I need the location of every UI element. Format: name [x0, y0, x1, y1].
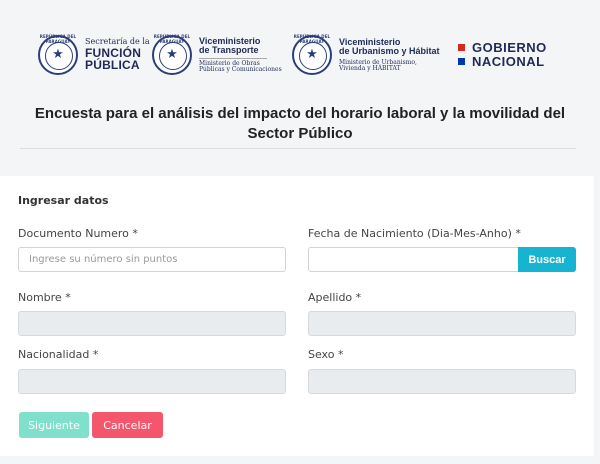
- nacimiento-input[interactable]: [308, 247, 520, 272]
- apellido-input[interactable]: [308, 311, 576, 336]
- paraguay-seal-icon: REPÚBLICA DEL PARAGUAY: [38, 34, 78, 75]
- sexo-input[interactable]: [308, 369, 576, 394]
- logo-text-line: de Transporte: [199, 45, 259, 56]
- nacimiento-label: Fecha de Nacimiento (Dia-Mes-Anho) *: [308, 227, 521, 240]
- flag-blue-square-icon: [458, 57, 465, 65]
- paraguay-seal-icon: REPÚBLICA DEL PARAGUAY: [152, 34, 192, 75]
- flag-red-square-icon: [458, 43, 465, 51]
- sexo-label: Sexo *: [308, 348, 344, 361]
- nacionalidad-label: Nacionalidad *: [18, 348, 99, 361]
- buscar-button[interactable]: Buscar: [518, 247, 576, 272]
- paraguay-seal-icon: REPÚBLICA DEL PARAGUAY: [292, 34, 332, 75]
- apellido-label: Apellido *: [308, 291, 362, 304]
- logo-text-line: Vivienda y HÁBITAT: [339, 64, 401, 72]
- nacional-text: NACIONAL: [472, 53, 545, 69]
- nombre-label: Nombre *: [18, 291, 71, 304]
- logo-gobierno-nacional: GOBIERNO NACIONAL: [458, 39, 547, 69]
- page-title: Encuesta para el análisis del impacto de…: [34, 105, 566, 142]
- gobierno-text: GOBIERNO: [472, 39, 547, 55]
- logo-viceministerio-urbanismo: REPÚBLICA DEL PARAGUAY Viceministerio de…: [292, 30, 440, 80]
- logo-text-line: Públicas y Comunicaciones: [199, 65, 282, 73]
- documento-label: Documento Numero *: [18, 227, 138, 240]
- logo-text-line: PÚBLICA: [85, 58, 140, 73]
- logo-bar: REPÚBLICA DEL PARAGUAY Secretaría de la …: [0, 30, 600, 80]
- documento-input[interactable]: [18, 247, 286, 272]
- divider: [20, 148, 576, 149]
- nacionalidad-input[interactable]: [18, 369, 286, 394]
- logo-text-line: de Urbanismo y Hábitat: [339, 46, 440, 57]
- section-title: Ingresar datos: [18, 194, 109, 207]
- siguiente-button[interactable]: Siguiente: [19, 412, 89, 438]
- nombre-input[interactable]: [18, 311, 286, 336]
- logo-funcion-publica: REPÚBLICA DEL PARAGUAY Secretaría de la …: [38, 30, 150, 80]
- form-card: Ingresar datos Documento Numero * Fecha …: [0, 176, 594, 456]
- cancelar-button[interactable]: Cancelar: [92, 412, 163, 438]
- page-header: REPÚBLICA DEL PARAGUAY Secretaría de la …: [0, 0, 600, 170]
- logo-viceministerio-transporte: REPÚBLICA DEL PARAGUAY Viceministerio de…: [152, 30, 282, 80]
